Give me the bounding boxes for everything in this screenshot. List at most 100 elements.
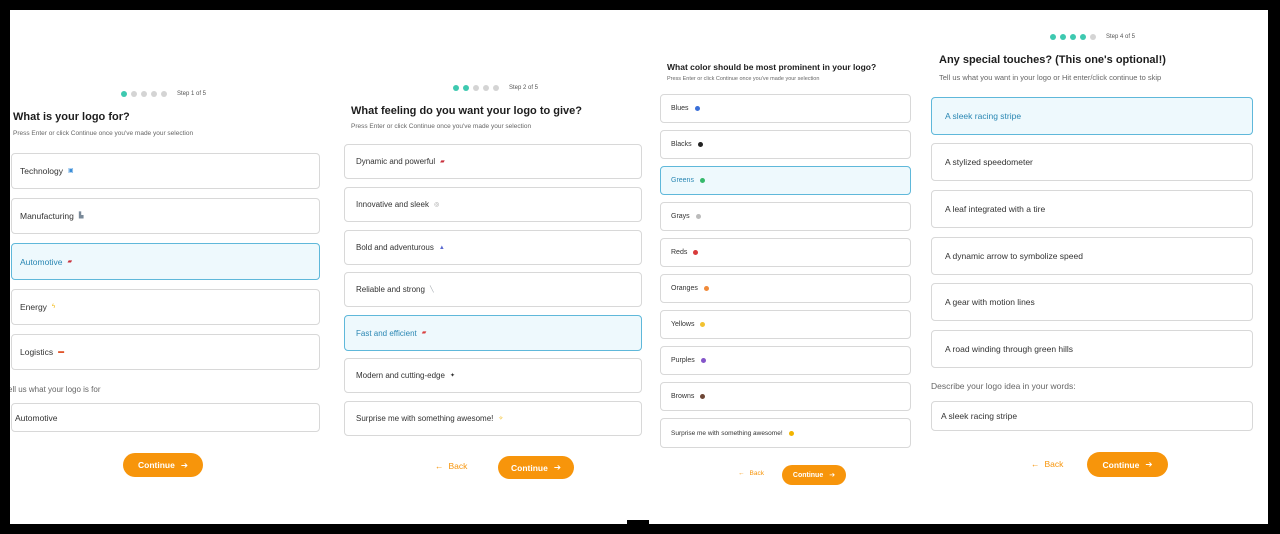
car-icon: ▰ [440, 158, 445, 165]
car-icon: ▰ [67, 258, 73, 265]
continue-label: Continue [1102, 459, 1140, 470]
page-title: What is your logo for? [13, 111, 130, 123]
step3-panel: What color should be most prominent in y… [658, 10, 920, 524]
progress-dot [473, 85, 479, 91]
page-subtitle: Press Enter or click Continue once you'v… [667, 76, 820, 82]
option-logistics[interactable]: Logistics ▬ [11, 334, 320, 370]
option-modern[interactable]: Modern and cutting-edge ✦ [344, 358, 642, 393]
logo-idea-input[interactable]: A sleek racing stripe [931, 401, 1253, 431]
page-title: What color should be most prominent in y… [667, 62, 877, 72]
color-swatch [694, 106, 700, 111]
truck-icon: ▬ [58, 349, 65, 355]
color-swatch [695, 214, 701, 219]
progress-dot [463, 85, 469, 91]
custom-input-label: Tell us what your logo is for [10, 385, 101, 394]
option-surprise[interactable]: Surprise me with something awesome! ✧ [344, 401, 642, 436]
color-option-browns[interactable]: Browns [660, 382, 911, 411]
progress-dot [1060, 34, 1066, 40]
back-label: Back [749, 470, 764, 477]
option-label: Dynamic and powerful [356, 157, 436, 166]
option-label: Grays [671, 213, 690, 220]
continue-button[interactable]: Continue ➔ [123, 453, 203, 477]
option-label: Modern and cutting-edge [356, 371, 445, 380]
color-option-blacks[interactable]: Blacks [660, 130, 911, 159]
custom-input-label: Describe your logo idea in your words: [931, 381, 1076, 391]
color-option-purples[interactable]: Purples [660, 346, 911, 375]
progress-indicator: Step 2 of 5 [453, 85, 538, 91]
color-option-grays[interactable]: Grays [660, 202, 911, 231]
progress-dot [493, 85, 499, 91]
option-label: Purples [671, 357, 695, 364]
step1-panel: Step 1 of 5 What is your logo for? Press… [10, 10, 332, 524]
option-fast[interactable]: Fast and efficient ▰ [344, 315, 642, 351]
progress-dot [1080, 34, 1086, 40]
option-innovative[interactable]: Innovative and sleek ◎ [344, 187, 642, 222]
back-label: Back [1044, 459, 1064, 469]
color-swatch [700, 394, 706, 399]
option-label: Logistics [20, 347, 54, 357]
step4-panel: Step 4 of 5 Any special touches? (This o… [920, 10, 1268, 524]
option-reliable[interactable]: Reliable and strong ╲ [344, 272, 642, 307]
wizard-collage: Step 1 of 5 What is your logo for? Press… [10, 10, 1268, 524]
touch-option-leaf-tire[interactable]: A leaf integrated with a tire [931, 190, 1253, 228]
computer-icon: ▣ [68, 168, 74, 174]
progress-indicator: Step 1 of 5 [121, 91, 206, 97]
color-option-surprise[interactable]: Surprise me with something awesome! [660, 418, 911, 448]
arrow-left-icon: ← [1031, 459, 1040, 469]
option-label: Browns [671, 393, 695, 400]
color-option-blues[interactable]: Blues [660, 94, 911, 123]
option-label: Automotive [20, 256, 63, 267]
continue-label: Continue [511, 462, 548, 473]
back-label: Back [448, 461, 468, 471]
arrow-left-icon: ← [435, 461, 444, 471]
touch-option-arrow[interactable]: A dynamic arrow to symbolize speed [931, 237, 1253, 275]
continue-button[interactable]: Continue ➔ [782, 465, 846, 485]
arrow-right-icon: ➔ [553, 462, 561, 472]
step-label: Step 1 of 5 [177, 91, 207, 97]
lightning-icon: ϟ [51, 304, 56, 310]
progress-dot [161, 91, 167, 97]
progress-dot [1070, 34, 1076, 40]
touch-option-gear[interactable]: A gear with motion lines [931, 283, 1253, 321]
touch-option-road[interactable]: A road winding through green hills [931, 330, 1253, 368]
page-subtitle: Press Enter or click Continue once you'v… [13, 130, 194, 137]
option-bold[interactable]: Bold and adventurous ▲ [344, 230, 642, 265]
option-label: Surprise me with something awesome! [356, 414, 494, 423]
color-swatch [699, 178, 705, 183]
option-label: Fast and efficient [356, 328, 417, 338]
frame-notch [627, 520, 649, 524]
back-button[interactable]: ← Back [435, 461, 467, 471]
option-energy[interactable]: Energy ϟ [11, 289, 320, 325]
option-label: Blacks [671, 141, 692, 148]
continue-label: Continue [138, 460, 175, 470]
progress-dot [1090, 34, 1096, 40]
color-option-greens[interactable]: Greens [660, 166, 911, 195]
color-swatch [693, 250, 699, 255]
touch-option-racing-stripe[interactable]: A sleek racing stripe [931, 97, 1253, 135]
touch-option-speedometer[interactable]: A stylized speedometer [931, 143, 1253, 181]
progress-dot [131, 91, 137, 97]
option-label: Greens [671, 177, 694, 184]
option-label: Reds [671, 249, 688, 256]
progress-dot [141, 91, 147, 97]
option-label: Energy [20, 302, 47, 312]
mountain-icon: ▲ [438, 244, 445, 251]
progress-indicator: Step 4 of 5 [1050, 34, 1135, 40]
color-option-oranges[interactable]: Oranges [660, 274, 911, 303]
color-option-reds[interactable]: Reds [660, 238, 911, 267]
back-button[interactable]: ← Back [1031, 459, 1063, 469]
option-manufacturing[interactable]: Manufacturing ▙ [11, 198, 320, 234]
back-button[interactable]: ← Back [738, 470, 764, 477]
continue-button[interactable]: Continue ➔ [498, 456, 574, 479]
option-dynamic[interactable]: Dynamic and powerful ▰ [344, 144, 642, 179]
continue-button[interactable]: Continue ➔ [1087, 452, 1168, 477]
continue-label: Continue [792, 471, 824, 479]
step-label: Step 2 of 5 [509, 85, 539, 91]
option-automotive[interactable]: Automotive ▰ [11, 243, 320, 280]
option-technology[interactable]: Technology ▣ [11, 153, 320, 189]
logo-purpose-input[interactable]: Automotive [11, 403, 320, 432]
color-swatch [788, 430, 794, 436]
color-option-yellows[interactable]: Yellows [660, 310, 911, 339]
option-label: Blues [671, 105, 689, 112]
page-subtitle: Tell us what you want in your logo or Hi… [939, 73, 1162, 82]
